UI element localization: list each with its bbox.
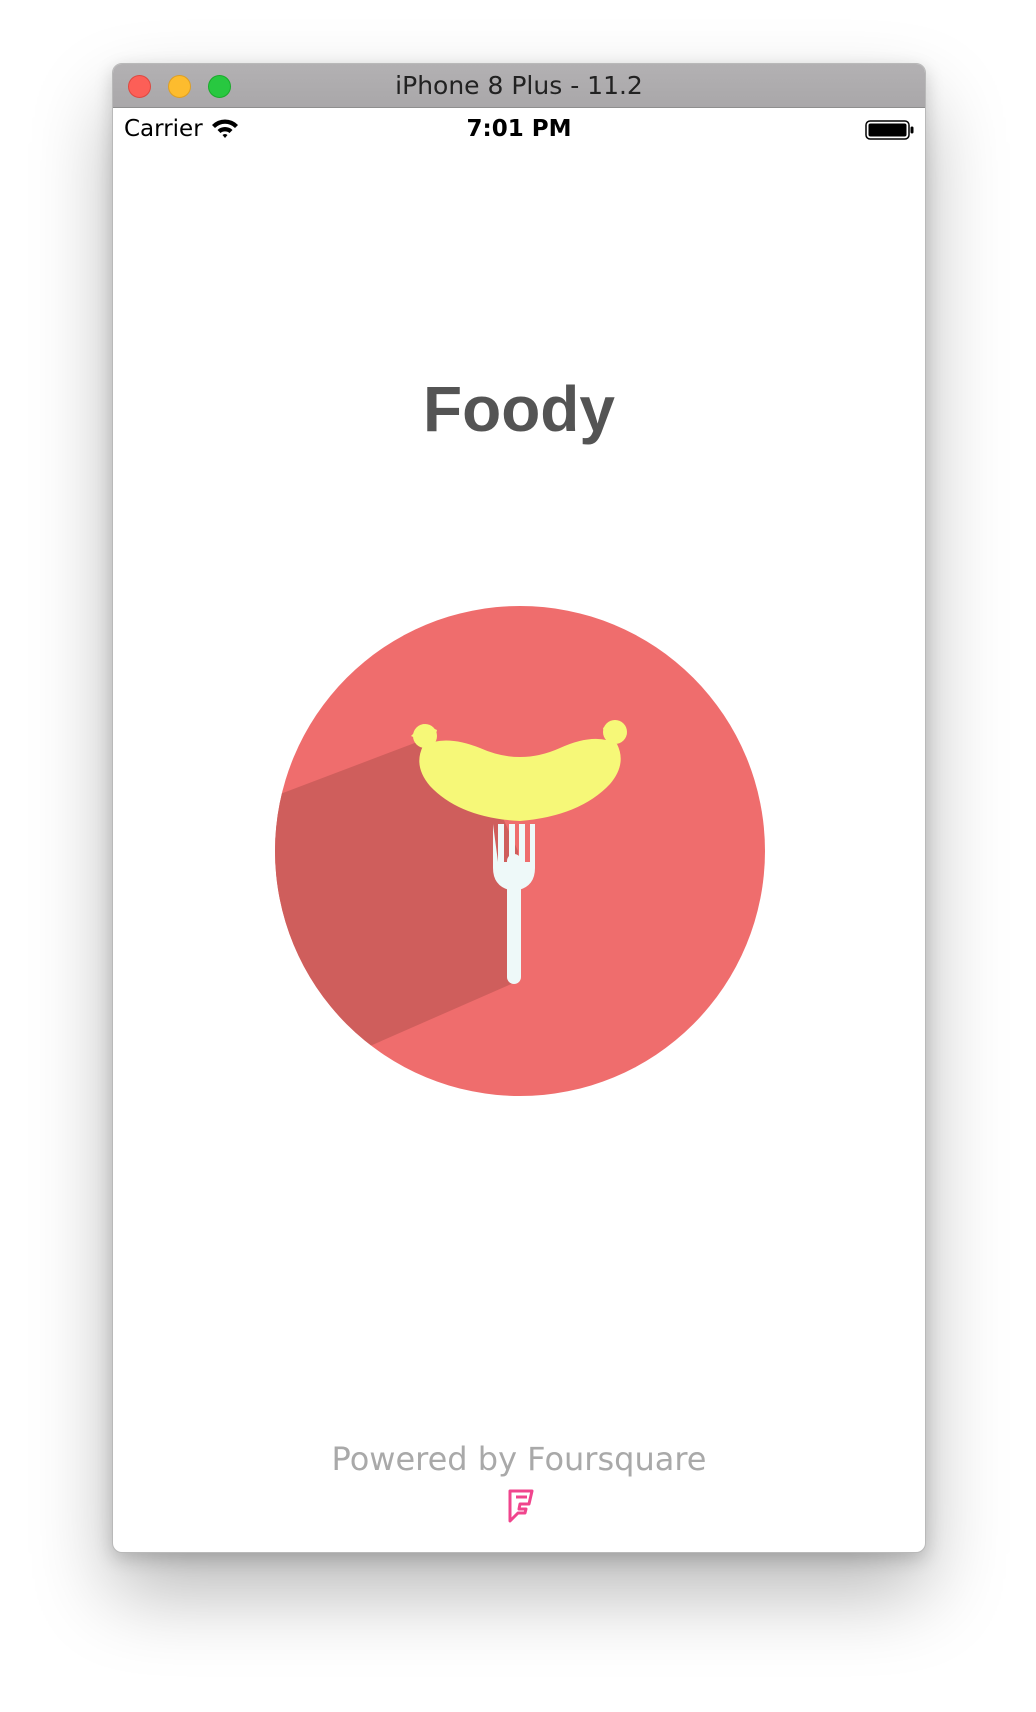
app-title: Foody — [423, 373, 615, 445]
window-titlebar[interactable]: iPhone 8 Plus - 11.2 — [113, 64, 925, 108]
ios-status-bar: Carrier 7:01 PM — [113, 108, 925, 150]
foursquare-icon[interactable] — [507, 1488, 535, 1524]
powered-by-label: Powered by Foursquare — [331, 1440, 707, 1478]
sausage-on-fork-icon — [275, 606, 765, 1096]
battery-icon — [865, 120, 914, 140]
window-title: iPhone 8 Plus - 11.2 — [395, 71, 643, 100]
simulator-window: iPhone 8 Plus - 11.2 Carrier 7:01 PM Foo… — [112, 63, 926, 1553]
status-time: 7:01 PM — [466, 116, 572, 142]
app-logo — [275, 606, 765, 1096]
